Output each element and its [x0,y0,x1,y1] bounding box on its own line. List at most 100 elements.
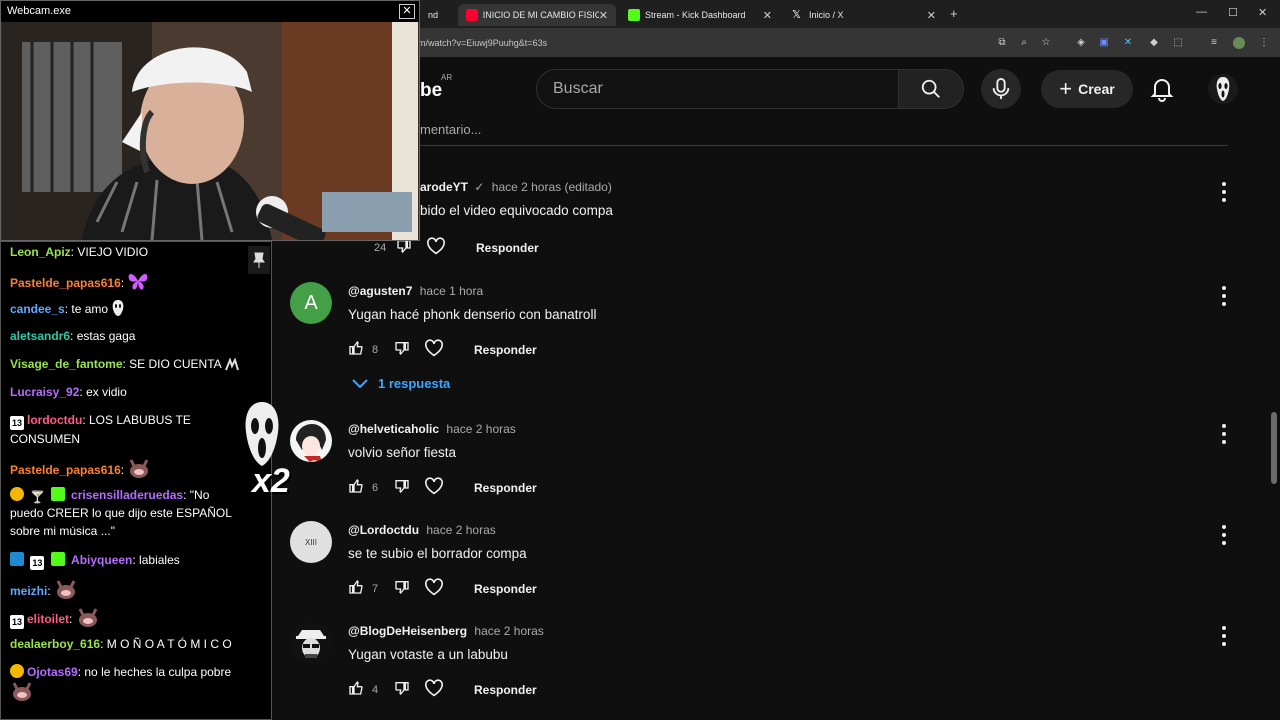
webcam-close-button[interactable]: ✕ [399,4,415,19]
close-tab-icon[interactable]: ✕ [927,9,936,22]
replies-count: 1 respuesta [378,376,451,391]
voice-search-button[interactable] [981,69,1021,109]
heart-button[interactable] [424,578,444,599]
maximize-button[interactable]: ☐ [1228,6,1238,19]
reply-button[interactable]: Responder [474,343,537,357]
browser-menu-icon[interactable]: ⋮ [1258,37,1270,49]
dislike-button[interactable] [394,340,410,359]
chat-username[interactable]: dealaerboy_616 [10,637,100,651]
comment-time[interactable]: hace 2 horas [474,624,543,638]
comment-menu-icon[interactable] [1218,286,1230,306]
install-app-icon[interactable]: ⧉ [996,37,1008,49]
comment-menu-icon[interactable] [1218,424,1230,444]
comment-author[interactable]: @helveticaholic [348,422,439,436]
bookmark-star-icon[interactable]: ☆ [1040,37,1052,49]
anime-avatar-icon [296,424,326,462]
heart-button[interactable] [426,237,446,258]
avatar[interactable] [290,622,332,664]
comment-menu-icon[interactable] [1218,182,1230,202]
comment-time[interactable]: hace 2 horas [426,523,495,537]
search-placeholder: Buscar [553,80,603,97]
comment-text: volvio señor fiesta [348,445,457,460]
chat-text: labiales [135,553,180,567]
comment-time[interactable]: hace 2 horas (editado) [492,180,612,194]
chat-username[interactable]: Visage_de_fantome [10,357,123,371]
avatar[interactable] [290,420,332,462]
translate-extension-icon[interactable]: ▣ [1098,37,1110,49]
close-tab-icon[interactable]: ✕ [763,9,772,22]
chat-separator: : [47,584,51,598]
view-replies-button[interactable]: 1 respuesta [352,376,450,391]
dislike-button[interactable] [394,579,410,598]
chat-username[interactable]: Pastelde_papas616 [10,276,121,290]
chat-username[interactable]: crisensilladeruedas [71,488,183,502]
chat-text: no le heches la culpa pobre [81,665,232,679]
minimize-button[interactable]: — [1196,6,1207,18]
verified-check-icon: ✓ [474,180,485,194]
comment-menu-icon[interactable] [1218,525,1230,545]
create-button[interactable]: + Crear [1041,70,1133,108]
labubu-emote-icon [127,458,151,483]
search-button[interactable] [898,69,964,109]
reply-button[interactable]: Responder [474,582,537,596]
add-comment-input[interactable]: mentario... [420,122,481,137]
ghost-emote-icon [111,299,125,322]
heart-button[interactable] [424,679,444,700]
like-button[interactable] [348,478,364,497]
chat-username[interactable]: Leon_Apiz [10,245,71,259]
reply-button[interactable]: Responder [474,683,537,697]
comment-menu-icon[interactable] [1218,626,1230,646]
youtube-logo[interactable]: be [420,80,442,102]
like-count: 24 [374,241,387,254]
chat-username[interactable]: elitoilet [27,612,69,626]
extension-icon[interactable]: ◈ [1075,37,1087,49]
comment-author[interactable]: @agusten7 [348,284,412,298]
tab-x-home[interactable]: 𝕏 Inicio / X ✕ [784,4,944,26]
search-input[interactable]: Buscar [536,69,899,109]
reply-button[interactable]: Responder [476,241,539,255]
like-button[interactable] [348,340,364,359]
notifications-button[interactable] [1150,76,1174,107]
chat-username[interactable]: Abiyqueen [71,553,132,567]
comment-header: @BlogDeHeisenberg hace 2 horas [348,624,544,638]
new-tab-button[interactable]: + [950,6,958,21]
gift-badge-icon [10,664,24,678]
like-button[interactable] [348,680,364,699]
extension-icon[interactable]: ✕ [1122,37,1134,49]
close-window-button[interactable]: ✕ [1258,6,1267,19]
heart-icon [425,477,443,495]
comment-author[interactable]: @BlogDeHeisenberg [348,624,467,638]
reading-list-icon[interactable]: ≡ [1208,37,1220,49]
heisenberg-avatar-icon [290,622,332,664]
comment-time[interactable]: hace 2 horas [446,422,515,436]
avatar[interactable]: XIII [290,521,332,563]
dislike-button[interactable] [394,680,410,699]
dislike-button[interactable] [394,478,410,497]
account-avatar[interactable] [1208,74,1238,104]
close-tab-icon[interactable]: ✕ [599,9,608,22]
chat-username[interactable]: aletsandr6 [10,329,70,343]
chat-username[interactable]: Pastelde_papas616 [10,463,121,477]
reply-button[interactable]: Responder [474,481,537,495]
comment-author[interactable]: arodeYT [420,180,468,194]
comment-author[interactable]: @Lordoctdu [348,523,419,537]
comment-time[interactable]: hace 1 hora [420,284,483,298]
chat-username[interactable]: lordoctdu [27,413,82,427]
tab-kick-dashboard[interactable]: Stream - Kick Dashboard ✕ [620,4,780,26]
profile-icon[interactable] [1233,37,1245,49]
heart-button[interactable] [424,477,444,498]
page-scrollbar[interactable] [1271,412,1277,484]
chat-username[interactable]: candee_s [10,302,65,316]
extension-icon[interactable]: ◆ [1148,37,1160,49]
heart-button[interactable] [424,339,444,360]
url-input[interactable]: m/watch?v=Eiuwj9Puuhg&t=63s [418,38,547,48]
zoom-icon[interactable]: ⌕ [1018,37,1030,49]
heart-icon [425,339,443,357]
tab-youtube-video[interactable]: INICIO DE MI CAMBIO FISICO 💪 ✕ [458,4,616,26]
avatar[interactable]: A [290,282,332,324]
chat-username[interactable]: Ojotas69 [27,665,78,679]
like-button[interactable] [348,579,364,598]
extensions-puzzle-icon[interactable]: ⬚ [1172,37,1184,49]
chat-username[interactable]: Lucraisy_92 [10,385,79,399]
chat-username[interactable]: meizhi [10,584,47,598]
